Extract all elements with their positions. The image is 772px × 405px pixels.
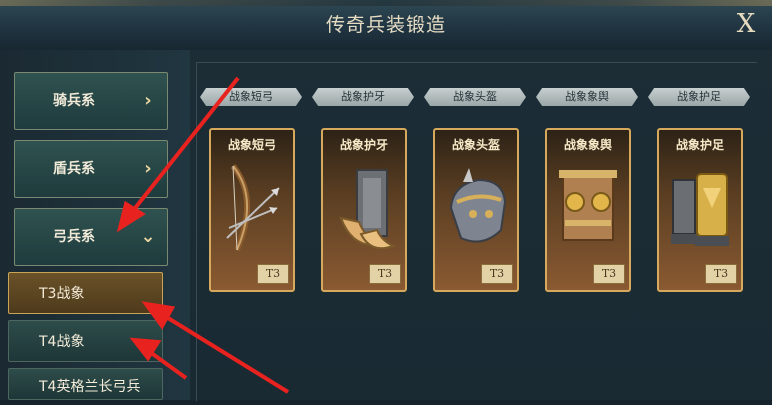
arrowhead-icon (116, 200, 146, 233)
arrow-to-archer (130, 76, 240, 214)
arrow-to-t3 (166, 316, 290, 394)
arrowhead-icon (141, 301, 176, 330)
arrow-to-t4 (148, 350, 188, 380)
annotation-arrows (116, 76, 290, 394)
